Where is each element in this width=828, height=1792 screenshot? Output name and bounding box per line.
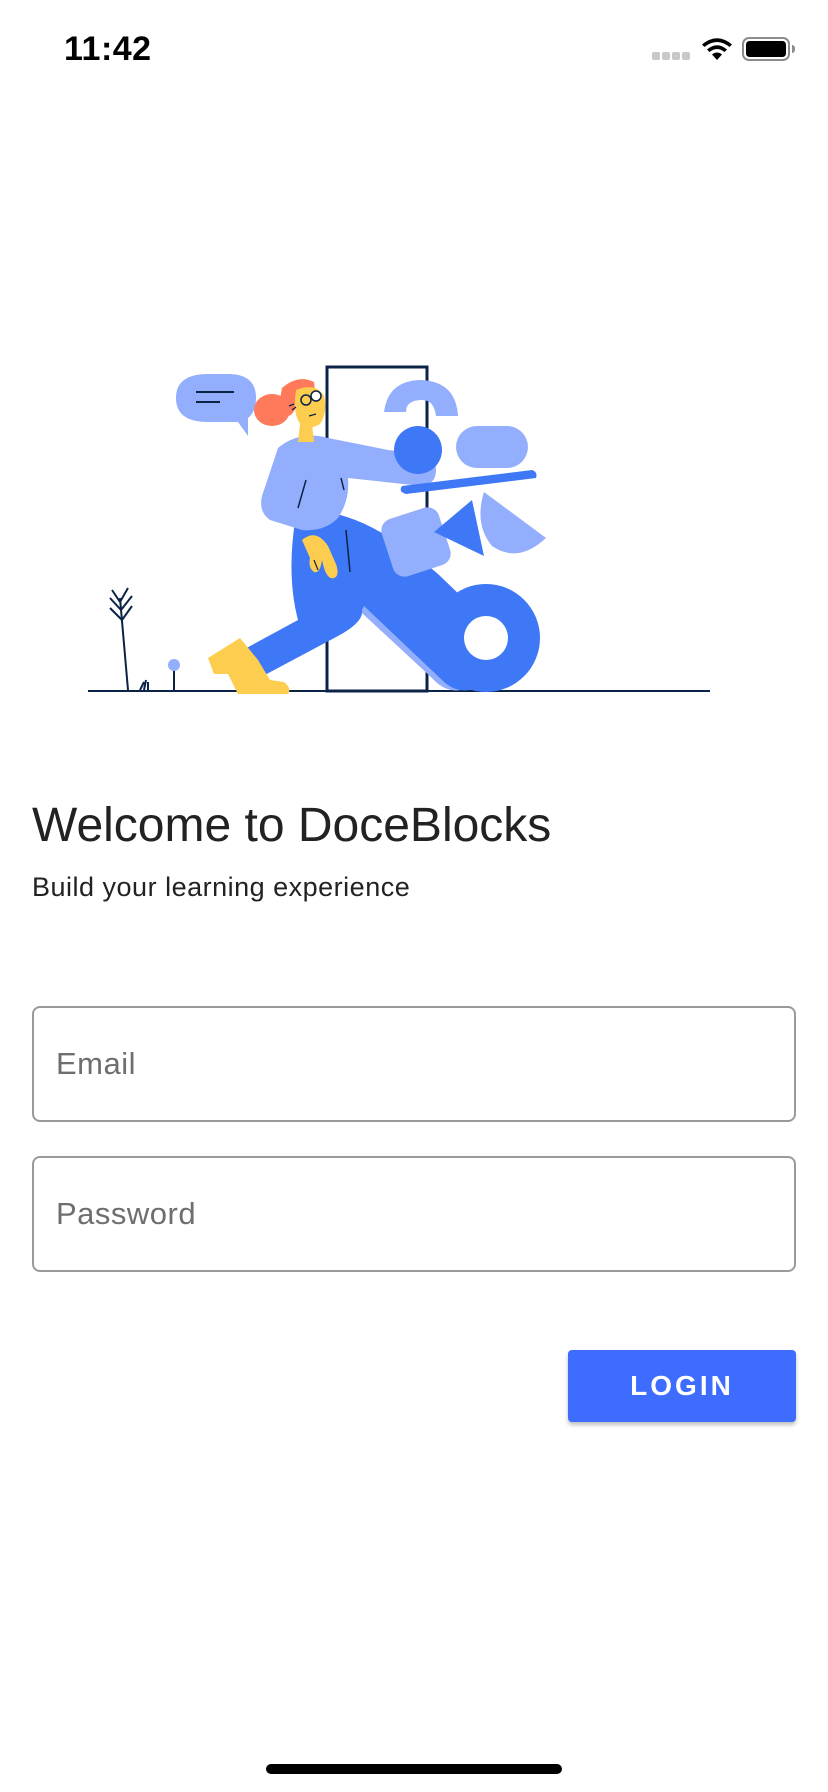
status-time: 11:42 — [64, 30, 152, 68]
welcome-illustration — [88, 365, 710, 694]
page-title: Welcome to DoceBlocks — [32, 799, 552, 852]
page-subtitle: Build your learning experience — [32, 872, 411, 902]
email-field[interactable] — [32, 1006, 796, 1122]
password-input[interactable] — [34, 1158, 794, 1270]
speech-bubble-icon — [176, 374, 256, 436]
cellular-signal-icon — [652, 52, 692, 62]
email-input[interactable] — [34, 1008, 794, 1120]
plant-icon — [109, 587, 149, 691]
battery-icon — [742, 37, 795, 61]
wifi-icon — [702, 38, 732, 60]
status-bar: 11:42 — [0, 0, 828, 100]
home-indicator[interactable] — [266, 1764, 562, 1774]
login-screen: 11:42 Welcome to DoceBlocks Build your l… — [0, 0, 828, 1792]
password-field[interactable] — [32, 1156, 796, 1272]
login-button[interactable]: LOGIN — [568, 1350, 796, 1422]
